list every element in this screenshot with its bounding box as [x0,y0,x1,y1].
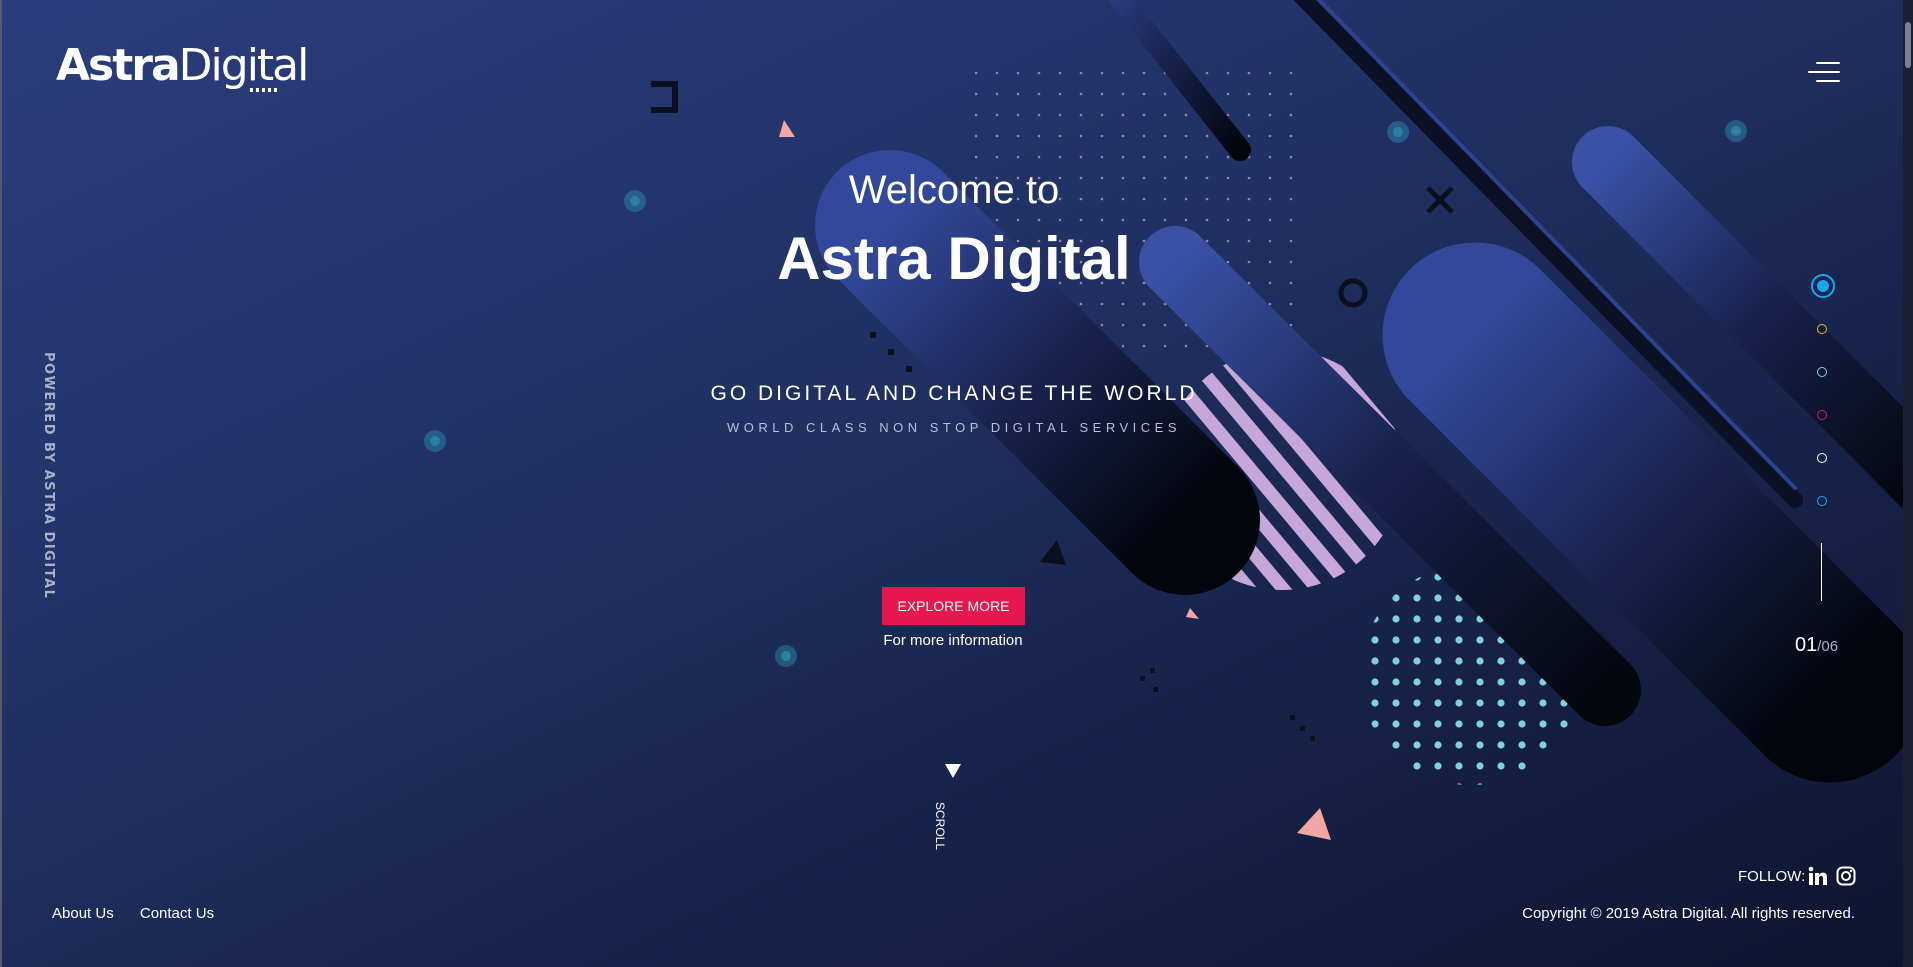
logo-bold-text: Astra [56,40,181,91]
site-logo[interactable]: AstraDigital [56,44,309,88]
powered-by-label: POWERED BY ASTRA DIGITAL [41,352,56,600]
logo-light-text: Digital [178,40,310,91]
hero-tagline: GO DIGITAL AND CHANGE THE WORLD [710,382,1198,405]
slide-counter: 01/06 [1795,634,1838,657]
slide-counter-current: 01 [1795,634,1818,656]
menu-line-1 [1816,62,1840,64]
follow-label: FOLLOW: [1738,868,1806,885]
linkedin-icon[interactable] [1808,866,1828,886]
hamburger-menu-button[interactable] [1808,62,1840,88]
about-us-link[interactable]: About Us [52,905,114,922]
contact-us-link[interactable]: Contact Us [140,905,214,922]
instagram-icon[interactable] [1836,866,1856,886]
logo-dots-mark [250,88,280,92]
copyright-text: Copyright © 2019 Astra Digital. All righ… [1522,905,1855,922]
slide-progress-line [1821,543,1822,601]
hero-background [0,0,1913,967]
slide-dot-6[interactable] [1817,496,1827,506]
window-left-edge [0,0,2,967]
slide-dot-2[interactable] [1817,324,1827,334]
explore-more-button[interactable]: EXPLORE MORE [882,587,1025,625]
scroll-label[interactable]: SCROLL [933,802,947,850]
hero-subtagline: WORLD CLASS NON STOP DIGITAL SERVICES [726,420,1182,435]
footer-links: About Us Contact Us [52,905,236,922]
slide-dot-3[interactable] [1817,367,1827,377]
slide-dot-5[interactable] [1817,453,1827,463]
menu-line-2 [1808,71,1840,73]
slide-dot-4[interactable] [1817,410,1827,420]
slide-dot-1[interactable] [1811,274,1835,298]
slide-counter-total: /06 [1817,638,1839,655]
page-scrollbar[interactable] [1903,0,1913,967]
scrollbar-thumb[interactable] [1905,22,1911,68]
hero-welcome-text: Welcome to [848,168,1060,212]
more-info-note: For more information [883,632,1023,649]
menu-line-3 [1816,80,1840,82]
hero-title: Astra Digital [777,225,1131,292]
scroll-down-arrow-icon[interactable] [945,764,961,778]
